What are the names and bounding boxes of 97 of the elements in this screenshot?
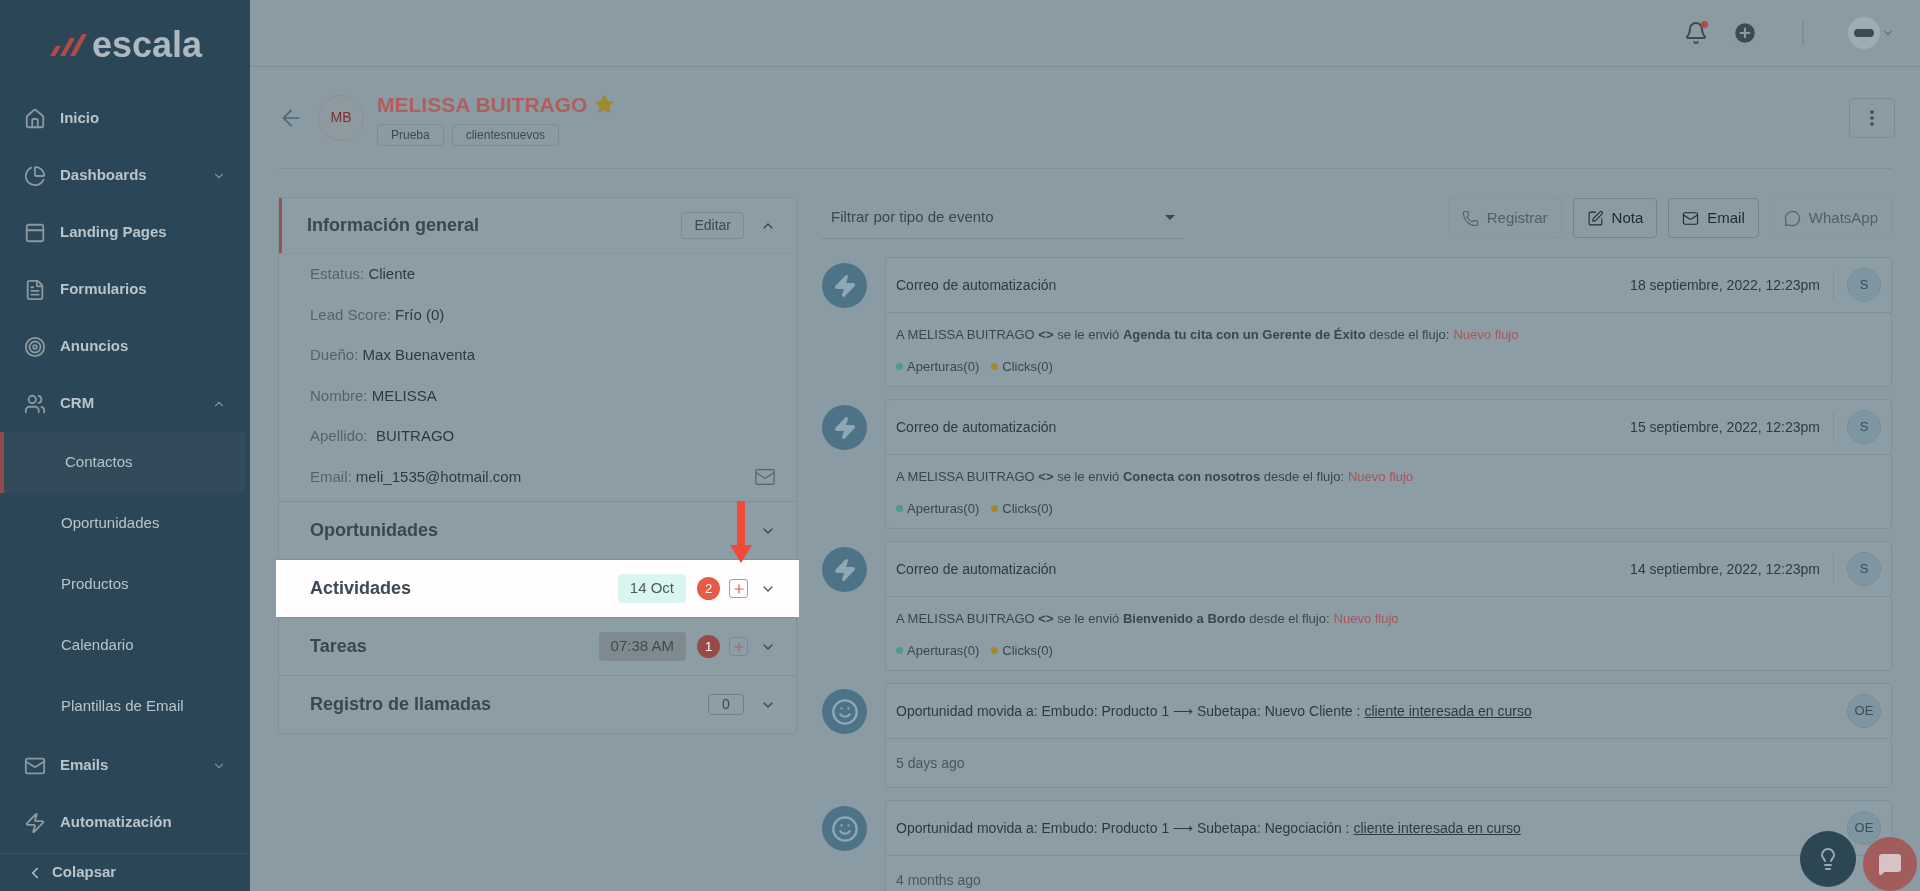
event-title: Correo de automatización bbox=[896, 275, 1058, 295]
automation-icon bbox=[822, 263, 867, 308]
count-badge: 2 bbox=[697, 577, 720, 600]
sidebar-item[interactable]: Dashboards bbox=[0, 147, 250, 204]
email-icon bbox=[1682, 209, 1700, 227]
event-filter-dropdown[interactable]: Filtrar por tipo de evento bbox=[822, 197, 1184, 239]
nav-icon bbox=[24, 335, 46, 358]
sidebar-item[interactable]: Emails bbox=[0, 737, 250, 794]
event-time: 5 days ago bbox=[896, 755, 965, 771]
section-header[interactable]: Información general Editar bbox=[279, 198, 796, 253]
edit-button[interactable]: Editar bbox=[681, 212, 744, 239]
user-avatar: S bbox=[1847, 552, 1881, 586]
nav-icon bbox=[24, 811, 46, 834]
event-date: 14 septiembre, 2022, 12:23pm bbox=[1630, 554, 1834, 584]
note-icon bbox=[1586, 209, 1604, 227]
info-field: Email: meli_1535@hotmail.com bbox=[310, 465, 522, 488]
sidebar-item[interactable]: Contactos bbox=[0, 432, 245, 493]
section-header[interactable]: Actividades 14 Oct 2 bbox=[276, 559, 799, 617]
info-field: Lead Score: Frío (0) bbox=[310, 303, 445, 326]
section-title: Tareas bbox=[310, 635, 368, 658]
stat-label: Aperturas(0) bbox=[907, 641, 980, 660]
event-title: Correo de automatización bbox=[896, 417, 1058, 437]
opportunity-link[interactable]: cliente interesada en curso bbox=[1353, 817, 1521, 839]
nav-icon bbox=[24, 221, 46, 244]
nav-icon bbox=[24, 107, 46, 130]
contact-avatar: MB bbox=[318, 94, 364, 141]
action-button[interactable]: Email bbox=[1668, 198, 1759, 238]
contact-tag: Prueba bbox=[377, 124, 444, 147]
add-icon[interactable] bbox=[1732, 20, 1758, 46]
logo-icon bbox=[47, 32, 88, 58]
date-badge: 07:38 AM bbox=[598, 632, 686, 661]
sidebar-item[interactable]: Inicio bbox=[0, 90, 250, 147]
section-title: Actividades bbox=[310, 577, 413, 600]
section-title: Información general bbox=[307, 214, 481, 237]
contact-tag: clientesnuevos bbox=[451, 124, 560, 147]
sidebar-item[interactable]: Formularios bbox=[0, 261, 250, 318]
user-avatar: OE bbox=[1847, 811, 1881, 845]
info-field: Dueño: Max Buenaventa bbox=[310, 344, 476, 367]
info-field: Nombre: MELISSA bbox=[310, 384, 437, 407]
event-title: Oportunidad movida a: Embudo: Producto 1 ⟶ Subetapa: Nuevo Cliente : bbox=[896, 701, 1361, 721]
sidebar-item[interactable]: Landing Pages bbox=[0, 204, 250, 261]
user-avatar-button[interactable] bbox=[1848, 17, 1894, 49]
sidebar-item[interactable]: Plantillas de Email bbox=[0, 676, 250, 737]
count-badge: 1 bbox=[697, 635, 720, 658]
event-description: A MELISSA BUITRAGO <> se le envió Conecta con nosotros desde el flujo: bbox=[896, 468, 1344, 486]
sidebar-item[interactable]: Calendario bbox=[0, 615, 250, 676]
info-field: Apellido: BUITRAGO bbox=[310, 425, 455, 448]
stat-label: Aperturas(0) bbox=[907, 357, 980, 376]
favorite-star-icon[interactable] bbox=[595, 95, 615, 114]
event-date: 18 septiembre, 2022, 12:23pm bbox=[1630, 270, 1834, 300]
section-header[interactable]: Registro de llamadas 0 bbox=[279, 675, 796, 733]
event-title: Correo de automatización bbox=[896, 559, 1058, 579]
add-button[interactable] bbox=[729, 637, 748, 656]
phone-icon bbox=[1461, 209, 1479, 227]
smile-icon bbox=[822, 806, 867, 851]
brand-name: escala bbox=[91, 27, 203, 63]
more-icon bbox=[1870, 109, 1874, 126]
section-header[interactable]: Tareas 07:38 AM 1 bbox=[279, 617, 796, 675]
plus-icon bbox=[731, 581, 746, 596]
opportunity-link[interactable]: cliente interesada en curso bbox=[1364, 700, 1532, 722]
user-avatar: OE bbox=[1847, 694, 1881, 728]
nav-icon bbox=[24, 164, 46, 187]
pointer-arrow bbox=[729, 501, 753, 563]
automation-icon bbox=[822, 405, 867, 450]
nav-icon bbox=[24, 278, 46, 301]
nav-icon bbox=[24, 392, 46, 415]
action-button[interactable]: Nota bbox=[1572, 198, 1658, 238]
stat-label: Clicks(0) bbox=[1002, 641, 1053, 660]
event-description: A MELISSA BUITRAGO <> se le envió Bienvenido a Bordo desde el flujo: bbox=[896, 610, 1330, 628]
event-date: 15 septiembre, 2022, 12:23pm bbox=[1630, 412, 1834, 442]
sidebar-item[interactable]: CRM bbox=[0, 375, 250, 432]
collapse-button[interactable]: Colapsar bbox=[0, 853, 250, 891]
sidebar-item[interactable]: Automatización bbox=[0, 794, 250, 851]
stat-label: Clicks(0) bbox=[1002, 357, 1053, 376]
stat-label: Clicks(0) bbox=[1002, 499, 1053, 518]
date-badge: 14 Oct bbox=[617, 574, 686, 603]
stat-label: Aperturas(0) bbox=[907, 499, 980, 518]
event-time: 4 months ago bbox=[896, 872, 981, 888]
chat-button[interactable] bbox=[1863, 837, 1917, 891]
section-title: Registro de llamadas bbox=[310, 693, 493, 716]
chat-icon bbox=[1878, 852, 1902, 876]
info-field: Estatus: Cliente bbox=[310, 263, 416, 286]
smile-icon bbox=[822, 689, 867, 734]
add-button[interactable] bbox=[729, 579, 748, 598]
sidebar-item[interactable]: Productos bbox=[0, 554, 250, 615]
plus-icon bbox=[731, 639, 746, 654]
automation-icon bbox=[822, 547, 867, 592]
notifications-button[interactable] bbox=[1684, 21, 1708, 45]
user-avatar: S bbox=[1847, 410, 1881, 444]
sidebar-item[interactable]: Anuncios bbox=[0, 318, 250, 375]
event-description: A MELISSA BUITRAGO <> se le envió Agenda tu cita con un Gerente de Éxito desde el flujo: bbox=[896, 326, 1450, 344]
sidebar-item[interactable]: Oportunidades bbox=[0, 493, 250, 554]
count-badge: 0 bbox=[708, 694, 744, 715]
user-avatar: S bbox=[1847, 268, 1881, 302]
event-title: Oportunidad movida a: Embudo: Producto 1 ⟶ Subetapa: Negociación : bbox=[896, 818, 1350, 838]
contact-name: MELISSA BUITRAGO bbox=[377, 91, 588, 118]
section-title: Oportunidades bbox=[310, 519, 439, 542]
